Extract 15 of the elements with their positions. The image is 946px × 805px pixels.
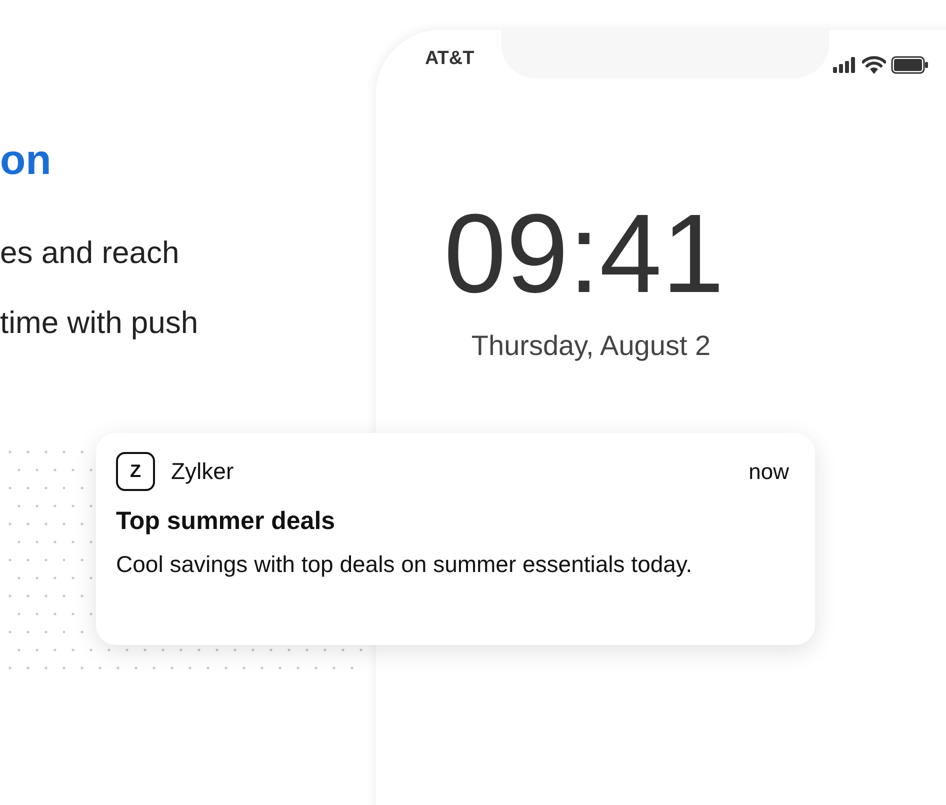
description-text: time with push bbox=[0, 304, 200, 342]
notification-body: Cool savings with top deals on summer essentials today. bbox=[116, 550, 694, 579]
notification-title: Top summer deals bbox=[116, 507, 336, 536]
lock-screen-time: 09:41 bbox=[444, 198, 724, 310]
description-text: es and reach bbox=[0, 234, 180, 272]
lock-screen-date: Thursday, August 2 bbox=[471, 330, 711, 362]
signal-icon bbox=[833, 57, 857, 73]
section-heading: on bbox=[0, 136, 52, 184]
wifi-icon bbox=[862, 56, 886, 74]
carrier-name: AT&T bbox=[425, 48, 476, 70]
app-icon: Z bbox=[116, 452, 155, 491]
app-name: Zylker bbox=[171, 458, 235, 485]
battery-icon bbox=[891, 56, 929, 74]
notification-time: now bbox=[748, 458, 789, 484]
notification-card[interactable]: Z Zylker now Top summer deals Cool savings with top deals on summer essentials today. bbox=[96, 433, 815, 645]
